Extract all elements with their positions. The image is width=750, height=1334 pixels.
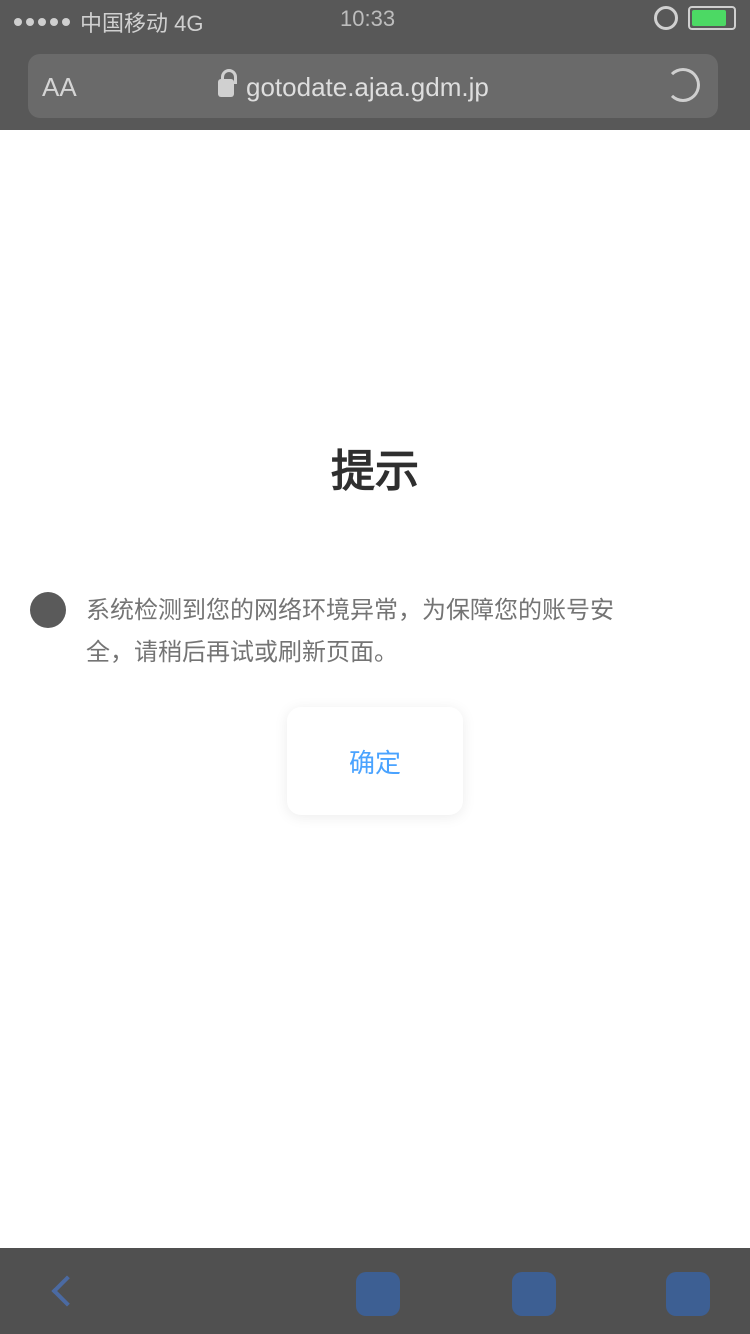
share-icon[interactable] [356, 1272, 400, 1316]
status-time: 10:33 [340, 6, 396, 31]
orientation-lock-icon [654, 6, 678, 30]
browser-toolbar [0, 1248, 750, 1334]
notice-row: 系统检测到您的网络环境异常，为保障您的账号安全，请稍后再试或刷新页面。 [30, 590, 720, 674]
back-chevron-icon[interactable] [46, 1272, 82, 1316]
info-dot-icon [30, 592, 66, 628]
address-bar[interactable]: AA gotodate.ajaa.gdm.jp [28, 54, 718, 118]
confirm-button-label: 确定 [348, 747, 401, 778]
page-content: 提示 系统检测到您的网络环境异常，为保障您的账号安全，请稍后再试或刷新页面。 确… [0, 145, 750, 1225]
url-text: gotodate.ajaa.gdm.jp [246, 72, 489, 102]
confirm-button[interactable]: 确定 [287, 707, 463, 815]
status-left: 中国移动 4G [14, 6, 203, 38]
battery-icon [688, 6, 736, 30]
browser-top-bar: 中国移动 4G 10:33 AA gotodate.ajaa.gdm.jp [0, 0, 750, 130]
tabs-icon[interactable] [666, 1272, 710, 1316]
page-title: 提示 [331, 447, 419, 496]
bookmark-icon[interactable] [512, 1272, 556, 1316]
notice-text: 系统检测到您的网络环境异常，为保障您的账号安全，请稍后再试或刷新页面。 [86, 597, 614, 666]
reload-icon[interactable] [666, 68, 700, 102]
status-bar: 中国移动 4G 10:33 [0, 0, 750, 40]
phone-screen: 中国移动 4G 10:33 AA gotodate.ajaa.gdm.jp 提示… [0, 0, 750, 1334]
text-size-button[interactable]: AA [42, 72, 77, 103]
lock-icon [218, 68, 237, 97]
signal-strength-icon [14, 18, 70, 26]
carrier-label: 中国移动 4G [80, 11, 204, 36]
status-right [654, 6, 736, 30]
url-display[interactable]: gotodate.ajaa.gdm.jp [218, 68, 489, 103]
